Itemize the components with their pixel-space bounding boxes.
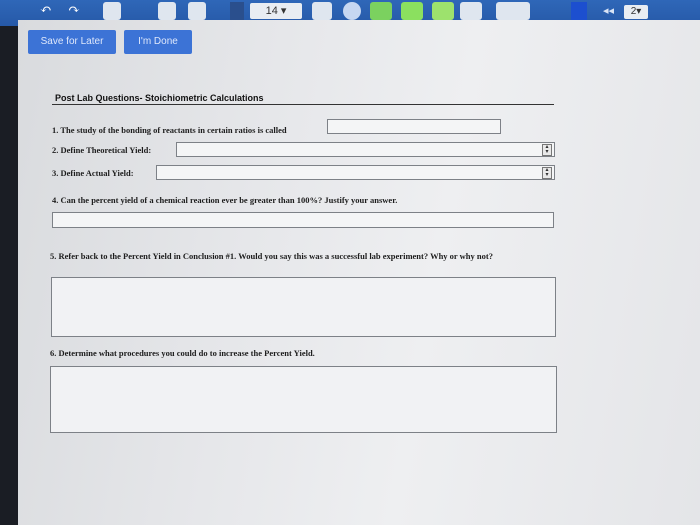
page-select[interactable]: 2▾ bbox=[624, 5, 648, 19]
question-6-label: 6. Determine what procedures you could d… bbox=[50, 348, 315, 358]
save-for-later-button[interactable]: Save for Later bbox=[28, 30, 116, 54]
question-2-label: 2. Define Theoretical Yield: bbox=[52, 145, 152, 155]
question-3-label: 3. Define Actual Yield: bbox=[52, 168, 134, 178]
question-5-textarea[interactable] bbox=[51, 277, 556, 337]
question-2-select[interactable]: ▴ ▾ bbox=[176, 142, 555, 157]
im-done-button[interactable]: I'm Done bbox=[124, 30, 192, 54]
spinner-icon[interactable]: ▴ ▾ bbox=[542, 167, 552, 179]
table-icon[interactable] bbox=[312, 2, 332, 20]
question-1-input[interactable] bbox=[327, 119, 501, 134]
question-4-input[interactable] bbox=[52, 212, 554, 228]
question-1-label: 1. The study of the bonding of reactants… bbox=[52, 125, 287, 135]
check-icon[interactable] bbox=[370, 2, 392, 20]
font-size-select[interactable]: 14 ▾ bbox=[250, 3, 302, 19]
page-title: Post Lab Questions- Stoichiometric Calcu… bbox=[55, 93, 264, 103]
zoom-out-icon[interactable] bbox=[158, 2, 176, 20]
question-3-select[interactable]: ▴ ▾ bbox=[156, 165, 555, 180]
circle-icon[interactable] bbox=[343, 2, 361, 20]
highlighter-icon[interactable] bbox=[432, 2, 454, 20]
question-5-label: 5. Refer back to the Percent Yield in Co… bbox=[50, 251, 493, 261]
question-4-label: 4. Can the percent yield of a chemical r… bbox=[52, 195, 398, 205]
eraser-icon[interactable] bbox=[460, 2, 482, 20]
text-color-icon[interactable] bbox=[230, 2, 244, 20]
title-divider bbox=[52, 104, 554, 105]
spinner-icon[interactable]: ▴ ▾ bbox=[542, 144, 552, 156]
arrow-back-icon[interactable]: ◂◂ bbox=[603, 2, 619, 20]
color-swatch-icon[interactable] bbox=[571, 2, 587, 20]
grid-icon[interactable] bbox=[496, 2, 530, 20]
zoom-in-icon[interactable] bbox=[103, 2, 121, 20]
question-6-textarea[interactable] bbox=[50, 366, 557, 433]
pencil-icon[interactable] bbox=[401, 2, 423, 20]
undo-icon[interactable]: ↶ bbox=[40, 2, 54, 20]
redo-icon[interactable]: ↷ bbox=[68, 2, 84, 20]
trash-icon[interactable] bbox=[188, 2, 206, 20]
